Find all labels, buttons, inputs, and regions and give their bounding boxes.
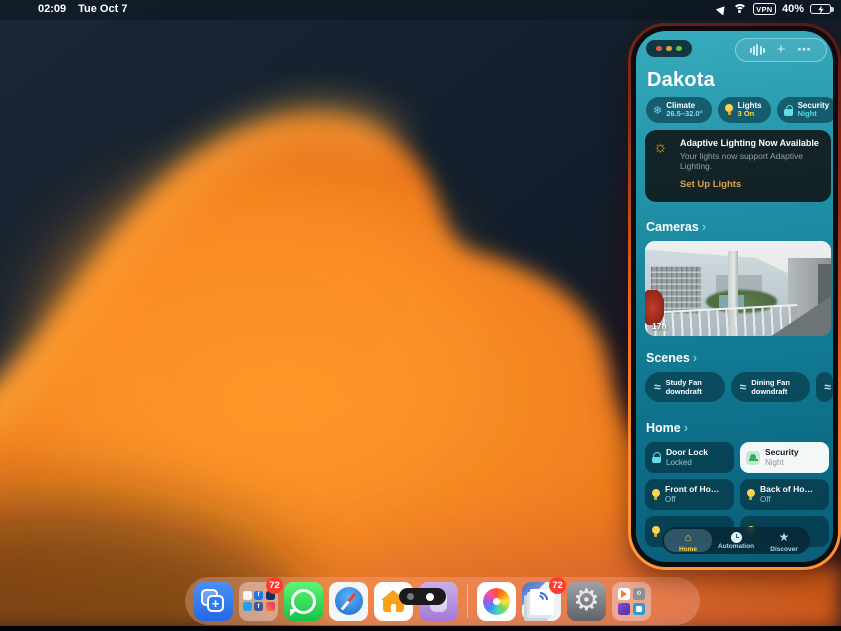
vpn-badge: VPN [753, 3, 776, 15]
lock-icon [784, 104, 794, 116]
home-name-title: Dakota [647, 69, 715, 92]
chevron-right-icon [702, 219, 706, 234]
lightbulb-icon [651, 526, 660, 538]
scene-dining-fan[interactable]: Dining Fan downdraft [731, 372, 811, 402]
status-bar: 02:09 Tue Oct 7 VPN 40% [0, 0, 841, 18]
battery-charging-icon [810, 4, 831, 15]
window-controls[interactable] [646, 40, 692, 57]
star-icon [779, 528, 790, 546]
location-services-icon [715, 3, 728, 16]
banner-title: Adaptive Lighting Now Available [680, 138, 822, 149]
lights-status-pill[interactable]: Lights 3 On [718, 97, 771, 123]
waveform-icon[interactable] [750, 44, 765, 56]
camera-preview[interactable]: 17h [645, 241, 831, 336]
photos-app-icon[interactable] [477, 582, 516, 621]
siren-icon [746, 451, 760, 465]
tile-door-lock[interactable]: Door Lock Locked [645, 442, 734, 473]
home-app-screen: Dakota Climate 26.5–32.0° Lights 3 On [636, 31, 833, 562]
dock-divider [467, 584, 468, 618]
tab-automation[interactable]: Automation [712, 529, 760, 552]
lock-icon [651, 452, 661, 464]
settings-app-icon[interactable] [567, 582, 606, 621]
adaptive-lighting-banner: Adaptive Lighting Now Available Your lig… [645, 130, 831, 202]
wind-icon [824, 378, 831, 396]
whatsapp-app-icon[interactable] [284, 582, 323, 621]
chevron-right-icon [693, 350, 697, 365]
add-accessory-icon[interactable] [777, 41, 786, 59]
utilities-folder-icon[interactable]: ⚙ [612, 582, 651, 621]
scenes-header[interactable]: Scenes [646, 350, 697, 365]
phone-window: Dakota Climate 26.5–32.0° Lights 3 On [628, 23, 841, 570]
cameras-header[interactable]: Cameras [646, 219, 706, 234]
security-status-pill[interactable]: Security Night [777, 97, 833, 123]
clock-time: 02:09 [38, 3, 66, 15]
banner-body: Your lights now support Adaptive Lightin… [680, 151, 810, 172]
safari-app-icon[interactable] [329, 582, 368, 621]
glowing-bulb-icon [653, 139, 668, 157]
close-window-icon[interactable] [656, 46, 662, 52]
chevron-right-icon [684, 420, 688, 435]
more-options-icon[interactable] [797, 41, 812, 59]
scenes-row: Study Fan downdraft Dining Fan downdraft [636, 372, 833, 403]
tile-security[interactable]: Security Night [740, 442, 829, 473]
wind-icon [740, 378, 747, 396]
lightbulb-icon [651, 489, 660, 501]
wifi-icon [733, 4, 747, 15]
screen-bottom-strip [0, 626, 841, 631]
clock-date: Tue Oct 7 [78, 3, 127, 15]
climate-status-pill[interactable]: Climate 26.5–32.0° [646, 97, 712, 123]
reader-app-icon[interactable]: 72 [522, 582, 561, 621]
phone-bezel: Dakota Climate 26.5–32.0° Lights 3 On [631, 26, 838, 567]
tab-discover[interactable]: Discover [760, 529, 808, 552]
social-folder-icon[interactable]: f f 72 [239, 582, 278, 621]
tile-front-light[interactable]: Front of Ho… Off [645, 479, 734, 510]
house-icon [685, 528, 692, 546]
duplicate-windows-app-icon[interactable]: + [194, 582, 233, 621]
tab-bar: Home Automation Discover [662, 527, 810, 554]
tile-back-light[interactable]: Back of Ho… Off [740, 479, 829, 510]
dock-status-pill [399, 588, 446, 605]
screen: 02:09 Tue Oct 7 VPN 40% + f f 72 [0, 0, 841, 631]
scene-study-fan[interactable]: Study Fan downdraft [645, 372, 725, 402]
home-section-header[interactable]: Home [646, 420, 688, 435]
tab-home[interactable]: Home [664, 529, 712, 552]
clock-icon [731, 532, 742, 543]
snowflake-icon [653, 101, 662, 119]
lightbulb-icon [725, 104, 734, 116]
wind-icon [654, 378, 661, 396]
zoom-window-icon[interactable] [676, 46, 682, 52]
scene-cutoff[interactable] [816, 372, 833, 402]
lightbulb-icon [746, 489, 755, 501]
status-pills-row: Climate 26.5–32.0° Lights 3 On Security … [636, 97, 833, 124]
window-toolbar [735, 38, 827, 62]
minimize-window-icon[interactable] [666, 46, 672, 52]
set-up-lights-link[interactable]: Set Up Lights [680, 179, 822, 190]
battery-percent: 40% [782, 3, 804, 15]
camera-timestamp: 17h [652, 321, 667, 331]
notification-badge: 72 [266, 577, 283, 594]
notification-badge: 72 [549, 577, 566, 594]
